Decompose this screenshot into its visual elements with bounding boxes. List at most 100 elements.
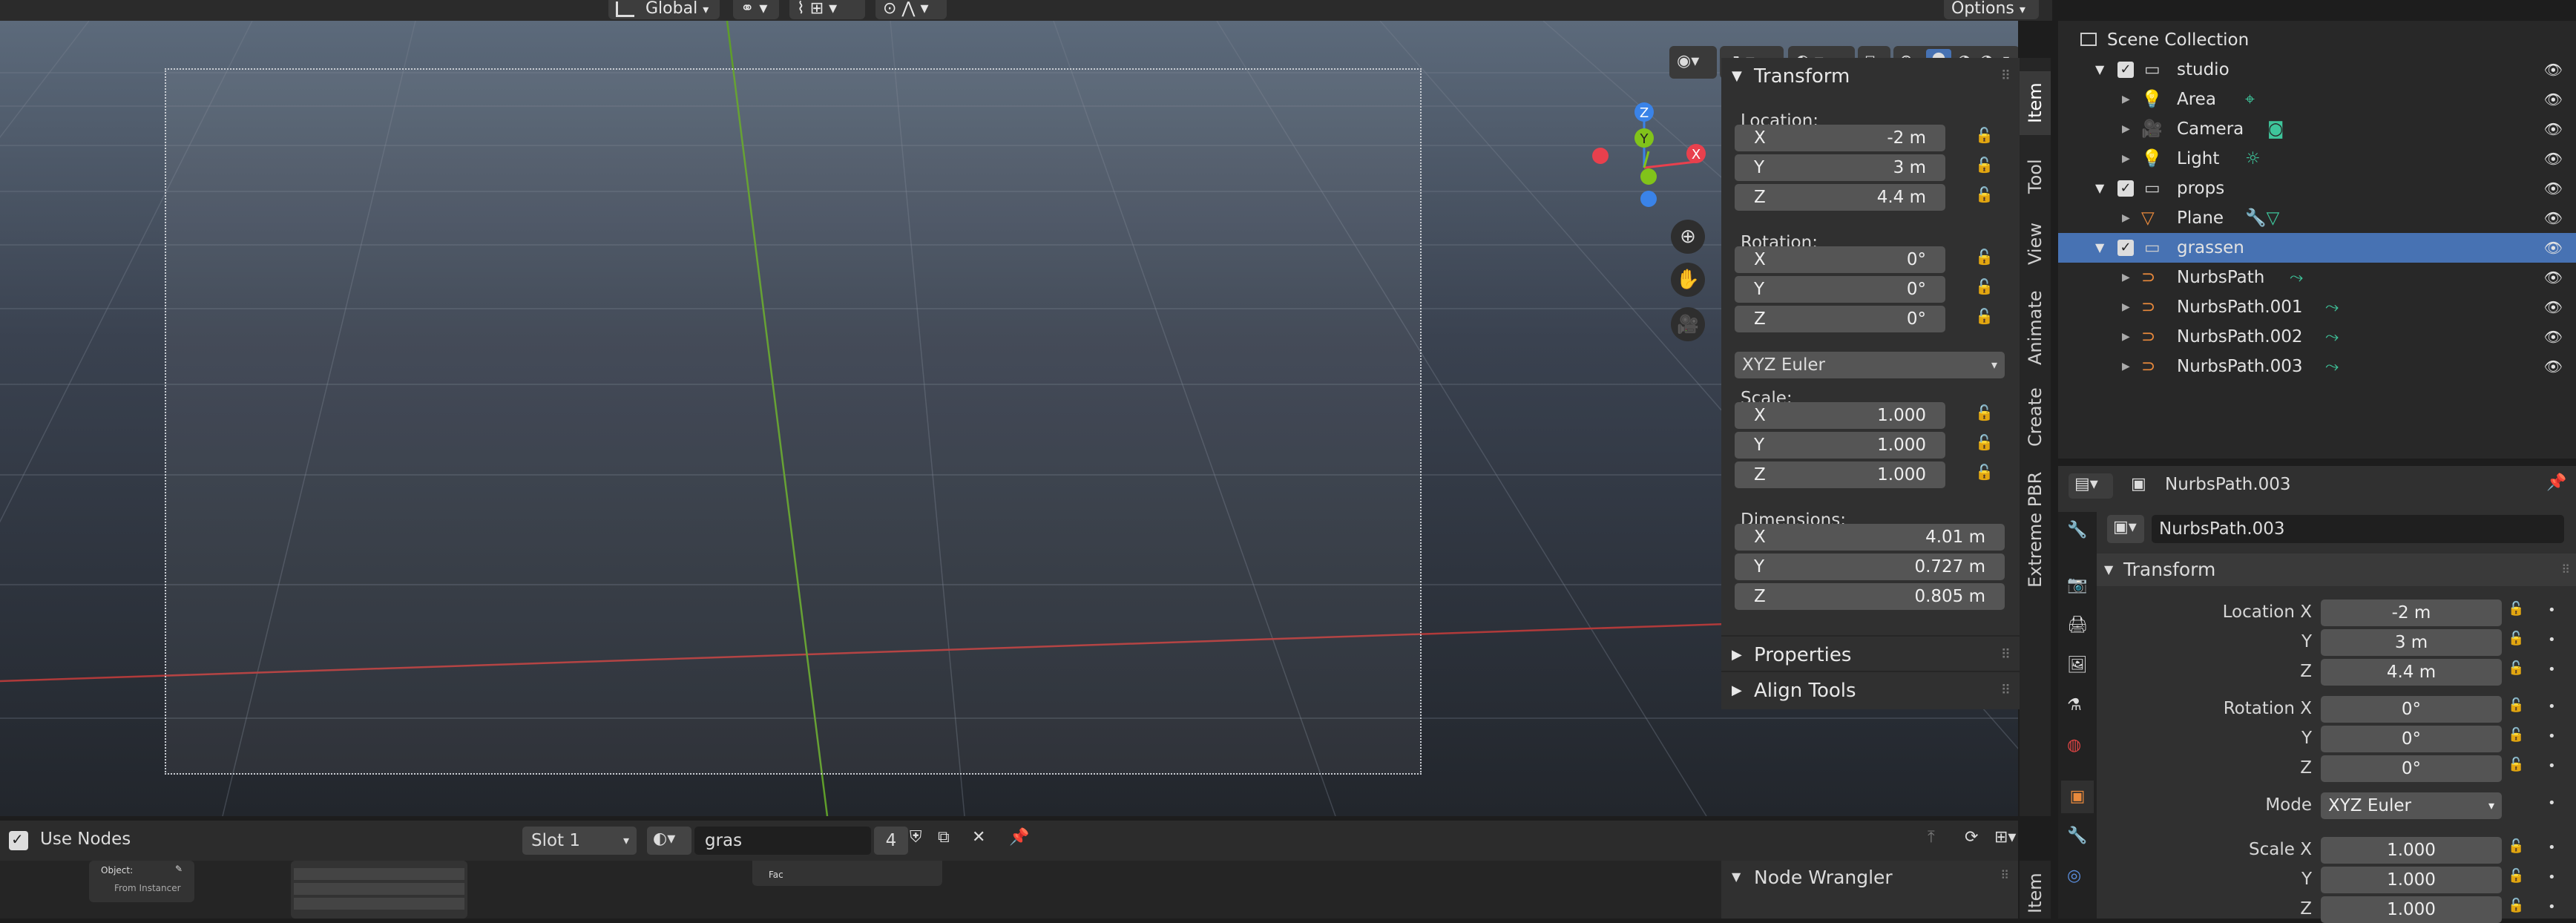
render-tab-icon[interactable]: 📷 xyxy=(2067,576,2087,594)
keyframe-dot-icon[interactable]: • xyxy=(2548,795,2556,811)
rotation-field[interactable]: Y 0° xyxy=(1735,276,1945,303)
light-data-icon[interactable]: ☼ xyxy=(2245,144,2261,174)
eye-icon[interactable]: 👁 xyxy=(2544,55,2563,85)
tab-item[interactable]: Item xyxy=(2020,71,2051,135)
keyframe-dot-icon[interactable]: • xyxy=(2548,729,2556,744)
outliner-object-row[interactable]: ▶ ⊃ NurbsPath.002 ⤳ 👁 xyxy=(2058,322,2576,352)
rotation-field[interactable]: 0° xyxy=(2321,726,2502,752)
rotation-field[interactable]: 0° xyxy=(2321,696,2502,723)
physics-tab-icon[interactable]: ◎ xyxy=(2067,867,2081,885)
node-field[interactable] xyxy=(294,898,464,910)
dimensions-field[interactable]: X 4.01 m xyxy=(1735,524,2005,551)
location-field[interactable]: 4.4 m xyxy=(2321,659,2502,686)
duplicate-material-icon[interactable]: ⧉ xyxy=(938,828,950,847)
properties-panel-header[interactable]: ▶ Properties ⠿ xyxy=(1721,635,2020,674)
object-tab-icon[interactable]: ▣ xyxy=(2061,781,2094,813)
lock-icon[interactable]: 🔓 xyxy=(2508,757,2524,772)
lock-icon[interactable]: 🔓 xyxy=(2508,601,2524,617)
lock-icon[interactable]: 🔓 xyxy=(1975,433,1994,451)
proportional-edit-dropdown[interactable]: ⊙ ⋀ ▾ xyxy=(875,0,947,19)
keyframe-dot-icon[interactable]: • xyxy=(2548,699,2556,715)
eye-icon[interactable]: 👁 xyxy=(2544,292,2563,322)
outliner-object-row[interactable]: ▶ ⊃ NurbsPath.003 ⤳ 👁 xyxy=(2058,352,2576,381)
world-tab-icon[interactable]: ◍ xyxy=(2067,736,2081,755)
output-tab-icon[interactable]: 🖨 xyxy=(2067,616,2088,634)
pan-hand-icon[interactable]: ✋ xyxy=(1671,263,1705,297)
eye-icon[interactable]: 👁 xyxy=(2544,203,2563,233)
disclosure-triangle-icon[interactable]: ▼ xyxy=(2095,233,2104,263)
tab-view[interactable]: View xyxy=(2020,212,2051,276)
fake-user-shield-icon[interactable]: ⛨ xyxy=(910,828,922,847)
snap-dropdown[interactable]: ⌇ ⊞ ▾ xyxy=(789,0,865,19)
eye-icon[interactable]: 👁 xyxy=(2544,174,2563,203)
disclosure-triangle-icon[interactable]: ▶ xyxy=(2122,203,2130,233)
disclosure-triangle-icon[interactable]: ▶ xyxy=(2122,144,2130,174)
outliner-root-row[interactable]: Scene Collection xyxy=(2058,25,2576,55)
lock-icon[interactable]: 🔓 xyxy=(1975,277,1994,295)
disclosure-triangle-icon[interactable]: ▶ xyxy=(2122,263,2130,292)
curve-data-icon[interactable]: ⤳ xyxy=(2325,352,2339,381)
eye-icon[interactable]: 👁 xyxy=(2544,144,2563,174)
location-field[interactable]: Y 3 m xyxy=(1735,154,1945,181)
lock-icon[interactable]: 🔓 xyxy=(2508,898,2524,913)
eye-icon[interactable]: 👁 xyxy=(2544,114,2563,144)
3d-viewport[interactable]: ◉▾ ↗ ▾ ◐ ▾ ⧉ ⊕ ● ◑ ◔ ▾ Z Y X ⊕ ✋ 🎥 xyxy=(0,21,2018,816)
snap-element-icon[interactable]: ⊞▾ xyxy=(1994,828,2016,847)
dimensions-field[interactable]: Y 0.727 m xyxy=(1735,554,2005,580)
lock-icon[interactable]: 🔓 xyxy=(2508,838,2524,854)
pin-icon[interactable]: 📌 xyxy=(2546,473,2566,492)
disclosure-triangle-icon[interactable]: ▶ xyxy=(2122,114,2130,144)
outliner-object-row[interactable]: ▶ 💡 Light ☼ 👁 xyxy=(2058,144,2576,174)
editor-type-dropdown[interactable]: ▤▾ xyxy=(2069,473,2113,499)
modifier-tab-icon[interactable]: 🔧 xyxy=(2067,827,2087,845)
scale-field[interactable]: 1.000 xyxy=(2321,896,2502,923)
disclosure-triangle-icon[interactable]: ▶ xyxy=(2122,322,2130,352)
drag-handle-icon[interactable]: ⠿ xyxy=(2001,672,2011,709)
curve-data-icon[interactable]: ⤳ xyxy=(2325,292,2339,322)
keyframe-dot-icon[interactable]: • xyxy=(2548,662,2556,677)
outliner[interactable]: Scene Collection ▼ ✓ ▭ studio 👁 ▶ 💡 Area ⌖ 👁 ▶ 🎥 Cam… xyxy=(2058,21,2576,459)
exclude-checkbox[interactable]: ✓ xyxy=(2117,180,2134,197)
material-name-field[interactable]: gras xyxy=(694,827,871,855)
zoom-icon[interactable]: ⊕ xyxy=(1671,220,1705,254)
scale-field[interactable]: X 1.000 xyxy=(1735,402,1945,429)
lock-icon[interactable]: 🔓 xyxy=(1975,248,1994,266)
disclosure-triangle-icon[interactable]: ▶ xyxy=(2122,292,2130,322)
rotation-field[interactable]: X 0° xyxy=(1735,246,1945,273)
data-browse-dropdown[interactable]: ▣▾ xyxy=(2107,515,2144,543)
unlink-x-icon[interactable]: ✕ xyxy=(972,828,985,847)
eye-icon[interactable]: 👁 xyxy=(2544,85,2563,114)
object-name-field[interactable]: NurbsPath.003 xyxy=(2152,515,2564,543)
scale-field[interactable]: Y 1.000 xyxy=(1735,432,1945,459)
eye-icon[interactable]: 👁 xyxy=(2544,352,2563,381)
color-ramp-node[interactable]: Fac xyxy=(752,861,942,886)
drag-handle-icon[interactable]: ⠿ xyxy=(2000,868,2009,882)
disclosure-triangle-icon[interactable]: ▼ xyxy=(2095,174,2104,203)
tool-tab-icon[interactable]: 🔧 xyxy=(2067,521,2087,539)
lock-icon[interactable]: 🔓 xyxy=(2508,697,2524,713)
rotation-field[interactable]: Z 0° xyxy=(1735,306,1945,332)
eyedropper-icon[interactable]: ✎ xyxy=(175,864,183,874)
texture-coordinate-node[interactable]: Object: ✎ From Instancer xyxy=(89,861,194,902)
eye-icon[interactable]: 👁 xyxy=(2544,322,2563,352)
keyframe-dot-icon[interactable]: • xyxy=(2548,870,2556,885)
camera-view-icon[interactable]: 🎥 xyxy=(1671,307,1705,341)
align-tools-panel-header[interactable]: ▶ Align Tools ⠿ xyxy=(1721,671,2020,709)
outliner-object-row[interactable]: ▶ ⊃ NurbsPath ⤳ 👁 xyxy=(2058,263,2576,292)
dimensions-field[interactable]: Z 0.805 m xyxy=(1735,583,2005,610)
outliner-collection-row[interactable]: ▼ ✓ ▭ studio 👁 xyxy=(2058,55,2576,85)
mapping-node[interactable] xyxy=(291,861,467,919)
lock-icon[interactable]: 🔓 xyxy=(1975,307,1994,325)
pin-icon[interactable]: 📌 xyxy=(1009,828,1029,847)
node-field[interactable] xyxy=(294,868,464,880)
modifier-icon[interactable]: 🔧▽ xyxy=(2245,203,2279,233)
outliner-object-row[interactable]: ▶ 🎥 Camera ◙ 👁 xyxy=(2058,114,2576,144)
outliner-object-row[interactable]: ▶ ⊃ NurbsPath.001 ⤳ 👁 xyxy=(2058,292,2576,322)
node-wrangler-title[interactable]: Node Wrangler xyxy=(1754,867,1893,888)
scale-field[interactable]: 1.000 xyxy=(2321,837,2502,864)
camera-data-icon[interactable]: ◙ xyxy=(2267,114,2284,144)
location-field[interactable]: Z 4.4 m xyxy=(1735,184,1945,211)
view-layer-tab-icon[interactable]: 🖼 xyxy=(2067,656,2088,674)
outliner-object-row[interactable]: ▶ ▽ Plane 🔧▽ 👁 xyxy=(2058,203,2576,233)
disclosure-triangle-icon[interactable]: ▼ xyxy=(2095,55,2104,85)
